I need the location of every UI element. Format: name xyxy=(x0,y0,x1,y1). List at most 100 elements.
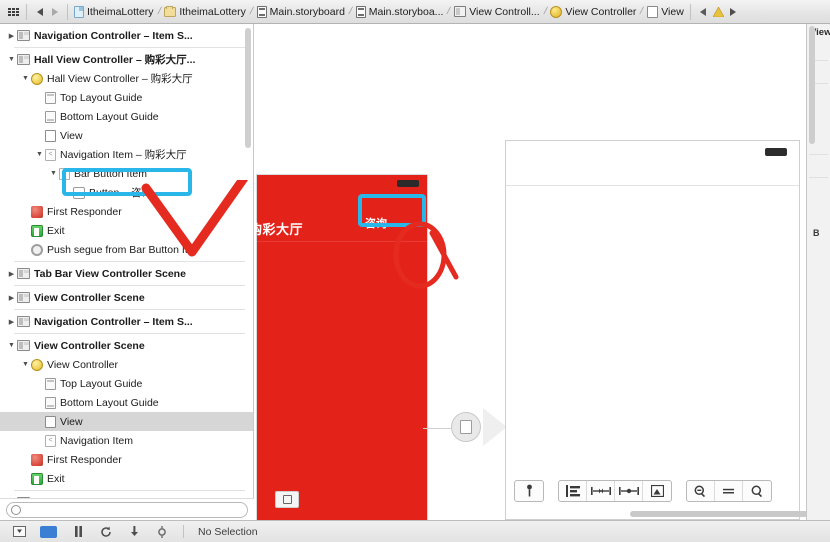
horizontal-scrollbar[interactable] xyxy=(630,511,830,517)
outline-row[interactable]: Push segue from Bar Button It... xyxy=(0,240,253,259)
outline-row[interactable]: Top Layout Guide xyxy=(0,374,253,393)
outline-row[interactable]: View xyxy=(0,412,253,431)
disclosure-triangle-icon[interactable] xyxy=(34,151,45,158)
outline-row-label: Exit xyxy=(47,224,65,237)
outline-row-label: Navigation Controller – Item S... xyxy=(34,29,193,42)
refresh-icon[interactable] xyxy=(99,526,113,538)
outline-row[interactable]: < Navigation Item – 购彩大厅 xyxy=(0,145,253,164)
outline-row-label: Push segue from Bar Button It... xyxy=(47,243,197,256)
zoom-actual-icon[interactable] xyxy=(715,481,743,501)
resolve-issues-icon[interactable] xyxy=(643,481,671,501)
pin-icon[interactable] xyxy=(587,481,615,501)
document-outline-panel[interactable]: Navigation Controller – Item S... Hall Vi… xyxy=(0,24,254,520)
outline-row[interactable]: View Controller Scene xyxy=(0,336,253,355)
hide-show-icon[interactable] xyxy=(12,526,26,538)
outline-scrollbar[interactable] xyxy=(245,28,251,148)
breadcrumb-item-group[interactable]: ItheimaLottery xyxy=(163,5,247,18)
disclosure-triangle-icon[interactable] xyxy=(6,56,17,63)
outline-row[interactable]: Exit xyxy=(0,469,253,488)
breadcrumb-item-view[interactable]: View xyxy=(646,5,685,18)
scene-icon xyxy=(17,316,30,327)
related-items-icon[interactable] xyxy=(6,4,21,19)
canvas-vertical-scrollbar[interactable] xyxy=(809,26,815,144)
outline-row-label: Hall View Controller – 购彩大厅... xyxy=(34,54,196,66)
breadcrumb-item-storyboard[interactable]: Main.storyboard xyxy=(256,5,346,18)
document-outline-icon[interactable] xyxy=(40,525,57,538)
navbar-divider xyxy=(506,185,799,186)
outline-row[interactable]: View xyxy=(0,126,253,145)
zoom-out-icon[interactable] xyxy=(687,481,715,501)
outline-row-label: Tab Bar View Controller Scene xyxy=(34,267,186,280)
outline-row[interactable]: Hall View Controller – 购彩大厅 xyxy=(0,69,253,88)
outline-row-label: Navigation Controller – Item S... xyxy=(34,315,193,328)
consult-button[interactable]: 咨询 xyxy=(365,215,387,231)
folder-icon xyxy=(164,5,177,17)
outline-row[interactable]: Hall View Controller – 购彩大厅... xyxy=(0,50,253,69)
outline-row[interactable]: Navigation Controller – Item S... xyxy=(0,26,253,45)
disclosure-triangle-icon[interactable] xyxy=(20,361,31,368)
outline-row[interactable]: Top Layout Guide xyxy=(0,88,253,107)
outline-row-label: Bar Button Item xyxy=(74,167,147,180)
warning-icon[interactable] xyxy=(711,4,726,19)
outline-separator xyxy=(14,47,245,48)
outline-row[interactable]: Tab Bar View Controller Scene xyxy=(0,264,253,283)
nav-title-label: 购彩大厅 xyxy=(255,222,304,237)
settings-icon[interactable] xyxy=(155,525,169,538)
outline-row[interactable]: < Navigation Item xyxy=(0,431,253,450)
outline-row[interactable]: Button – 咨询 xyxy=(0,183,253,202)
outline-row-label: Bottom Layout Guide xyxy=(60,110,159,123)
disclosure-triangle-icon[interactable] xyxy=(6,318,17,326)
zoom-in-icon[interactable] xyxy=(743,481,771,501)
inspector-badge: B xyxy=(813,228,820,238)
outline-separator xyxy=(14,490,245,491)
breadcrumb-item-scene[interactable]: View Controll... xyxy=(453,6,540,18)
outline-row-label: Bottom Layout Guide xyxy=(60,396,159,409)
disclosure-triangle-icon[interactable] xyxy=(20,75,31,82)
status-bar: No Selection xyxy=(0,520,830,542)
breadcrumb-item-project[interactable]: ItheimaLottery xyxy=(73,5,155,18)
disclosure-triangle-icon[interactable] xyxy=(6,342,17,349)
align-icon[interactable] xyxy=(615,481,643,501)
breadcrumb-item-storyboard-2[interactable]: Main.storyboa... xyxy=(355,5,445,18)
previous-issue-icon[interactable] xyxy=(696,4,711,19)
battery-icon xyxy=(765,148,787,156)
disclosure-triangle-icon[interactable] xyxy=(48,170,59,177)
button-icon xyxy=(73,186,85,199)
next-issue-icon[interactable] xyxy=(726,4,741,19)
outline-row[interactable]: Bottom Layout Guide xyxy=(0,107,253,126)
inspector-panel[interactable]: View B xyxy=(806,24,830,520)
top-layout-guide-icon xyxy=(45,377,56,390)
outline-row[interactable]: Navigation Controller – Item S... xyxy=(0,312,253,331)
outline-row[interactable]: Exit xyxy=(0,221,253,240)
forward-arrow-icon[interactable] xyxy=(47,4,62,19)
outline-row[interactable]: Bottom Layout Guide xyxy=(0,393,253,412)
storyboard-canvas[interactable]: 购彩大厅 咨询 xyxy=(255,24,830,520)
outline-tree[interactable]: Navigation Controller – Item S... Hall Vi… xyxy=(0,24,253,520)
scene-icon xyxy=(17,268,30,279)
stack-align-icon[interactable] xyxy=(559,481,587,501)
disclosure-triangle-icon[interactable] xyxy=(6,294,17,302)
push-segue-icon[interactable] xyxy=(451,412,481,442)
update-frames-icon[interactable] xyxy=(515,481,543,501)
outline-row[interactable]: View Controller xyxy=(0,355,253,374)
view-controller-scene[interactable] xyxy=(505,140,800,520)
breadcrumb-item-view-controller[interactable]: View Controller xyxy=(549,5,637,18)
scene-icon xyxy=(17,340,30,351)
download-icon[interactable] xyxy=(127,525,141,538)
view-control-icon[interactable] xyxy=(275,491,299,508)
disclosure-triangle-icon[interactable] xyxy=(6,32,17,40)
pause-icon[interactable] xyxy=(71,526,85,538)
outline-row[interactable]: Bar Button Item xyxy=(0,164,253,183)
outline-row[interactable]: View Controller Scene xyxy=(0,288,253,307)
back-arrow-icon[interactable] xyxy=(32,4,47,19)
disclosure-triangle-icon[interactable] xyxy=(6,270,17,278)
divider xyxy=(809,154,828,155)
divider xyxy=(183,525,184,538)
project-doc-icon xyxy=(74,5,84,18)
ib-toolbar-group-zoom xyxy=(686,480,772,502)
hall-view-controller-scene[interactable]: 购彩大厅 咨询 xyxy=(255,175,427,520)
filter-field[interactable] xyxy=(6,501,248,518)
outline-row[interactable]: First Responder xyxy=(0,450,253,469)
outline-row[interactable]: First Responder xyxy=(0,202,253,221)
view-controller-icon xyxy=(31,358,43,371)
